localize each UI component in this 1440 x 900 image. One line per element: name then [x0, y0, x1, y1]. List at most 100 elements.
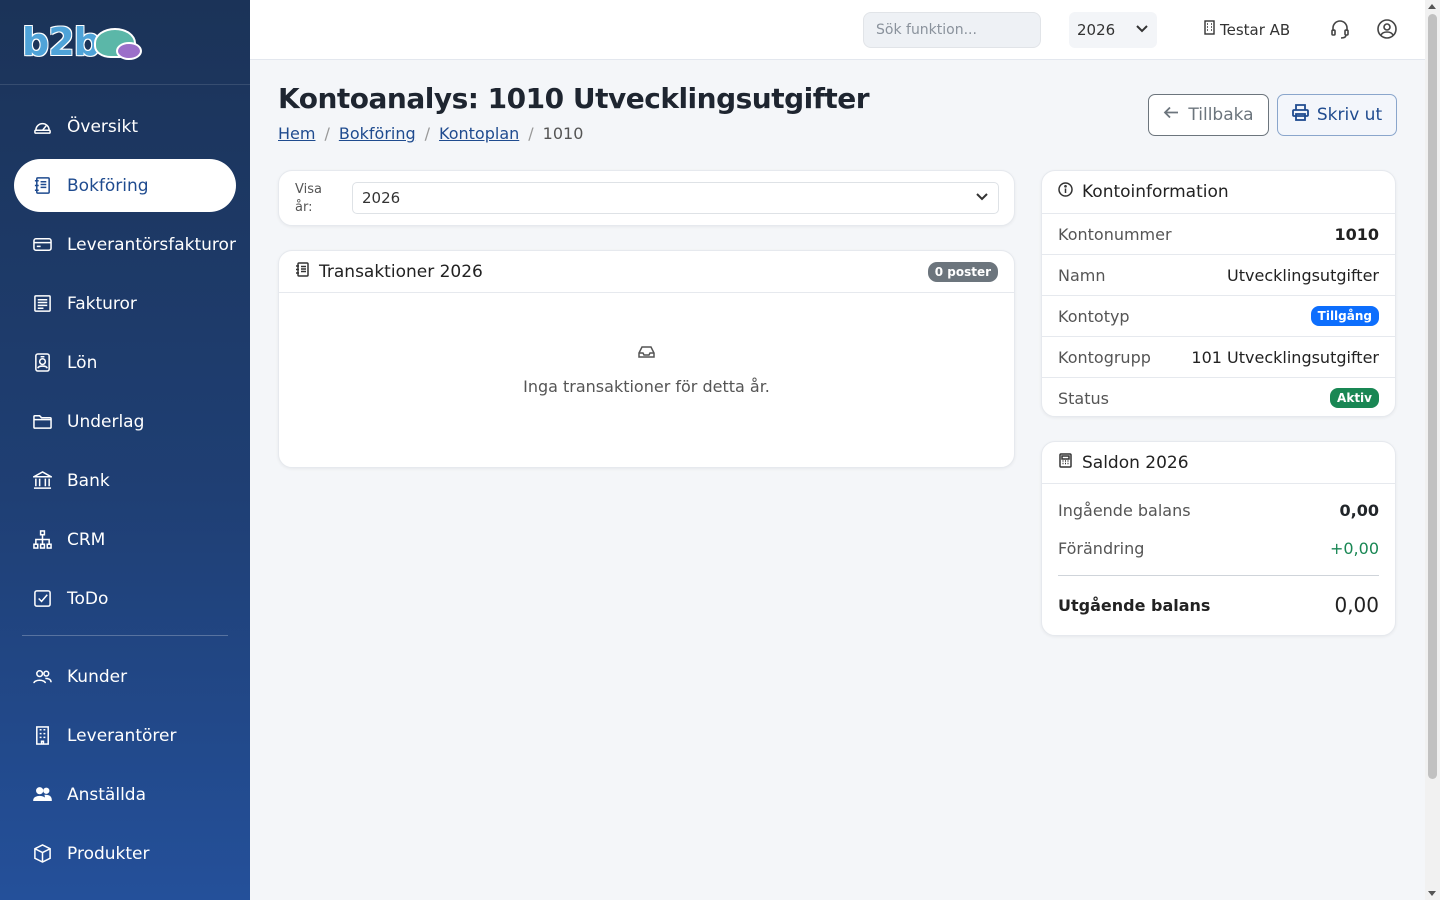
opening-balance-row: Ingående balans 0,00 [1042, 501, 1395, 520]
logo[interactable]: b2b [22, 20, 142, 64]
sidebar-item-kunder[interactable]: Kunder [14, 650, 236, 703]
change-value: +0,00 [1329, 539, 1379, 558]
account-info-title: Kontoinformation [1082, 182, 1229, 202]
info-label: Kontonummer [1058, 224, 1172, 244]
headset-icon[interactable] [1329, 18, 1351, 40]
arrow-left-icon [1163, 104, 1180, 126]
status-badge: Aktiv [1330, 388, 1379, 408]
logo-area: b2b [0, 0, 250, 85]
info-row-kontonummer: Kontonummer 1010 [1042, 213, 1395, 254]
company-name: Testar AB [1220, 20, 1291, 39]
transactions-card: Transaktioner 2026 0 poster Inga transak… [278, 250, 1015, 468]
breadcrumb-kontoplan[interactable]: Kontoplan [439, 124, 519, 143]
sidebar-item-label: Produkter [67, 843, 150, 864]
transaction-count-badge: 0 poster [927, 262, 998, 282]
sidebar-item-label: Bank [67, 470, 110, 491]
breadcrumb-current: 1010 [542, 124, 584, 143]
account-info-card: Kontoinformation Kontonummer 1010 Namn U… [1041, 170, 1396, 417]
sidebar-divider [22, 635, 228, 636]
credit-card-icon [32, 235, 52, 255]
page-title: Kontoanalys: 1010 Utvecklingsutgifter [278, 82, 870, 115]
check-square-icon [32, 589, 52, 609]
sidebar-item-underlag[interactable]: Underlag [14, 395, 236, 448]
sidebar-item-label: Översikt [67, 116, 138, 137]
scroll-up-icon[interactable] [1428, 4, 1436, 9]
company-selector[interactable]: Testar AB [1203, 20, 1290, 39]
transactions-header: Transaktioner 2026 [279, 251, 1014, 293]
sidebar-item-label: Leverantörsfakturor [67, 234, 236, 255]
info-label: Kontogrupp [1058, 347, 1151, 367]
change-row: Förändring +0,00 [1042, 539, 1395, 558]
sidebar-item-label: Bokföring [67, 175, 149, 196]
logo-mascot-icon [93, 27, 142, 60]
scroll-down-icon[interactable] [1428, 891, 1436, 896]
user-circle-icon[interactable] [1376, 18, 1398, 40]
person-badge-icon [32, 353, 52, 373]
breadcrumb-separator: / [528, 124, 534, 143]
sidebar-item-label: Fakturor [67, 293, 137, 314]
building-icon [1203, 20, 1220, 39]
balances-header: Saldon 2026 [1042, 442, 1395, 484]
year-select-value: 2026 [1077, 21, 1116, 39]
info-row-namn: Namn Utvecklingsutgifter [1042, 254, 1395, 295]
sidebar-item-label: Underlag [67, 411, 145, 432]
folder-icon [32, 412, 52, 432]
year-filter-label: Visa år: [295, 182, 322, 215]
back-button[interactable]: Tillbaka [1148, 94, 1269, 136]
sidebar-item-lon[interactable]: Lön [14, 336, 236, 389]
info-value: 101 Utvecklingsutgifter [1191, 347, 1379, 367]
sidebar-item-todo[interactable]: ToDo [14, 572, 236, 625]
people-icon [32, 667, 52, 687]
invoice-icon [32, 294, 52, 314]
breadcrumb-hem[interactable]: Hem [278, 124, 315, 143]
sidebar-nav: Översikt Bokföring Leverantörsfakturor F… [0, 85, 250, 880]
year-filter-card: Visa år: 2026 [278, 170, 1015, 226]
search-input[interactable]: Sök funktion... [863, 12, 1041, 48]
opening-balance-value: 0,00 [1339, 501, 1379, 520]
sidebar-item-label: Anställda [67, 784, 146, 805]
sidebar-item-label: Leverantörer [67, 725, 177, 746]
year-select[interactable]: 2026 [1069, 12, 1157, 48]
empty-state: Inga transaktioner för detta år. [279, 344, 1014, 396]
gauge-icon [32, 117, 52, 137]
year-filter-value: 2026 [362, 189, 401, 207]
sidebar-item-crm[interactable]: CRM [14, 513, 236, 566]
sidebar-item-bank[interactable]: Bank [14, 454, 236, 507]
chevron-down-icon [1135, 21, 1149, 39]
account-type-badge: Tillgång [1310, 306, 1379, 326]
breadcrumb-separator: / [424, 124, 431, 143]
closing-balance-value: 0,00 [1334, 593, 1379, 617]
opening-balance-label: Ingående balans [1058, 501, 1191, 520]
sidebar-item-bokforing[interactable]: Bokföring [14, 159, 236, 212]
bank-icon [32, 471, 52, 491]
printer-icon [1291, 104, 1309, 126]
journal-icon [32, 176, 52, 196]
print-button-label: Skriv ut [1316, 105, 1383, 125]
breadcrumb-bokforing[interactable]: Bokföring [339, 124, 416, 143]
print-button[interactable]: Skriv ut [1277, 94, 1397, 136]
breadcrumb: Hem / Bokföring / Kontoplan / 1010 [278, 124, 583, 143]
sidebar-item-fakturor[interactable]: Fakturor [14, 277, 236, 330]
back-button-label: Tillbaka [1188, 105, 1254, 125]
sidebar-item-anstallda[interactable]: Anställda [14, 768, 236, 821]
sidebar-item-label: Lön [67, 352, 98, 373]
empty-state-text: Inga transaktioner för detta år. [523, 377, 770, 396]
transactions-title: Transaktioner 2026 [319, 261, 483, 282]
building-icon [32, 726, 52, 746]
page-scrollbar[interactable] [1425, 0, 1440, 900]
chevron-down-icon [975, 189, 989, 207]
year-filter-select[interactable]: 2026 [352, 182, 999, 214]
scroll-thumb[interactable] [1428, 14, 1437, 779]
sidebar-item-produkter[interactable]: Produkter [14, 827, 236, 880]
sidebar-item-label: CRM [67, 529, 106, 550]
sidebar-item-leverantorsfakturor[interactable]: Leverantörsfakturor [14, 218, 236, 271]
sidebar-item-label: Kunder [67, 666, 128, 687]
balances-card: Saldon 2026 Ingående balans 0,00 Förändr… [1041, 441, 1396, 636]
closing-balance-label: Utgående balans [1058, 595, 1211, 615]
people-fill-icon [32, 785, 52, 805]
sidebar-item-leverantorer[interactable]: Leverantörer [14, 709, 236, 762]
sidebar-item-oversikt[interactable]: Översikt [14, 100, 236, 153]
info-label: Status [1058, 388, 1109, 408]
journal-icon [295, 261, 319, 282]
balance-divider [1058, 575, 1379, 576]
